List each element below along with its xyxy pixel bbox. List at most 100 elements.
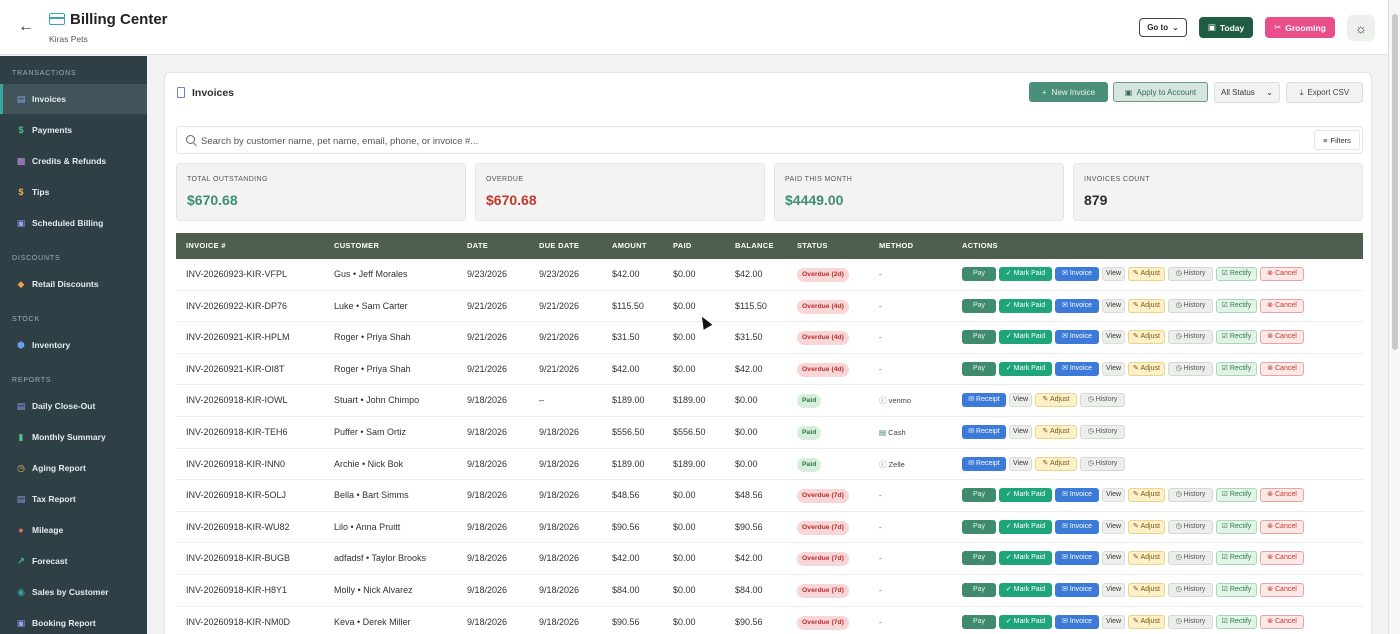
table-row[interactable]: INV-20260922-KIR-DP76 Luke • Sam Carter 9/…: [176, 291, 1363, 323]
mark-paid-button[interactable]: ✓ Mark Paid: [999, 519, 1052, 534]
sidebar-item-retail-discounts[interactable]: ◆ Retail Discounts: [0, 269, 147, 299]
rectify-button[interactable]: ☑ Rectify: [1216, 583, 1257, 597]
cancel-button[interactable]: ⊗ Cancel: [1260, 267, 1304, 281]
history-button[interactable]: ◷ History: [1080, 456, 1125, 471]
table-row[interactable]: INV-20260918-KIR-WU82 Lilo • Anna Pruitt 9…: [176, 512, 1363, 544]
scrollbar-thumb[interactable]: [1392, 14, 1398, 350]
table-row[interactable]: INV-20260918-KIR-H8Y1 Molly • Nick Alvare…: [176, 575, 1363, 607]
receipt-button[interactable]: ✉ Receipt: [962, 425, 1006, 439]
mark-paid-button[interactable]: ✓ Mark Paid: [999, 361, 1052, 376]
history-button[interactable]: ◷ History: [1168, 583, 1213, 597]
adjust-button[interactable]: ✎ Adjust: [1128, 614, 1165, 629]
rectify-button[interactable]: ☑ Rectify: [1216, 361, 1257, 376]
pay-button[interactable]: Pay: [962, 298, 996, 313]
adjust-button[interactable]: ✎ Adjust: [1128, 488, 1165, 503]
mark-paid-button[interactable]: ✓ Mark Paid: [999, 298, 1052, 313]
view-button[interactable]: View: [1102, 614, 1125, 629]
invoice-button[interactable]: ✉ Invoice: [1055, 361, 1099, 376]
mark-paid-button[interactable]: ✓ Mark Paid: [999, 330, 1052, 345]
receipt-button[interactable]: ✉ Receipt: [962, 456, 1006, 471]
mark-paid-button[interactable]: ✓ Mark Paid: [999, 583, 1052, 597]
mark-paid-button[interactable]: ✓ Mark Paid: [999, 614, 1052, 629]
cancel-button[interactable]: ⊗ Cancel: [1260, 519, 1304, 534]
adjust-button[interactable]: ✎ Adjust: [1128, 583, 1165, 597]
cancel-button[interactable]: ⊗ Cancel: [1260, 551, 1304, 566]
history-button[interactable]: ◷ History: [1168, 551, 1213, 566]
rectify-button[interactable]: ☑ Rectify: [1216, 519, 1257, 534]
sidebar-item-credits-refunds[interactable]: ▩ Credits & Refunds: [0, 146, 147, 176]
sun-icon[interactable]: ☼: [1347, 15, 1375, 41]
export-csv-button[interactable]: ⤓ Export CSV: [1286, 82, 1363, 103]
search-input[interactable]: [201, 133, 1301, 149]
adjust-button[interactable]: ✎ Adjust: [1128, 298, 1165, 313]
invoice-button[interactable]: ✉ Invoice: [1055, 330, 1099, 345]
view-button[interactable]: View: [1102, 298, 1125, 313]
invoice-button[interactable]: ✉ Invoice: [1055, 583, 1099, 597]
history-button[interactable]: ◷ History: [1168, 298, 1213, 313]
view-button[interactable]: View: [1102, 330, 1125, 345]
page-scrollbar[interactable]: [1388, 0, 1400, 634]
history-button[interactable]: ◷ History: [1168, 330, 1213, 345]
new-invoice-button[interactable]: + New Invoice: [1029, 82, 1108, 102]
mark-paid-button[interactable]: ✓ Mark Paid: [999, 551, 1052, 566]
column-header[interactable]: DUE DATE: [539, 233, 579, 259]
view-button[interactable]: View: [1102, 488, 1125, 503]
pay-button[interactable]: Pay: [962, 267, 996, 281]
invoice-button[interactable]: ✉ Invoice: [1055, 551, 1099, 566]
history-button[interactable]: ◷ History: [1080, 393, 1125, 408]
sidebar-item-payments[interactable]: $ Payments: [0, 115, 147, 145]
invoice-button[interactable]: ✉ Invoice: [1055, 614, 1099, 629]
adjust-button[interactable]: ✎ Adjust: [1035, 425, 1077, 439]
view-button[interactable]: View: [1009, 393, 1032, 408]
table-row[interactable]: INV-20260918-KIR-TEH6 Puffer • Sam Ortiz 9…: [176, 417, 1363, 449]
sidebar-item-inventory[interactable]: ⬢ Inventory: [0, 330, 147, 360]
receipt-button[interactable]: ✉ Receipt: [962, 393, 1006, 408]
history-button[interactable]: ◷ History: [1168, 488, 1213, 503]
mark-paid-button[interactable]: ✓ Mark Paid: [999, 488, 1052, 503]
table-row[interactable]: INV-20260921-KIR-OI8T Roger • Priya Shah 9…: [176, 354, 1363, 386]
pay-button[interactable]: Pay: [962, 330, 996, 345]
invoice-button[interactable]: ✉ Invoice: [1055, 298, 1099, 313]
table-row[interactable]: INV-20260918-KIR-5OLJ Bella • Bart Simms 9…: [176, 480, 1363, 512]
cancel-button[interactable]: ⊗ Cancel: [1260, 330, 1304, 345]
pay-button[interactable]: Pay: [962, 519, 996, 534]
arrow-left-icon[interactable]: ←: [18, 18, 36, 36]
pay-button[interactable]: Pay: [962, 583, 996, 597]
history-button[interactable]: ◷ History: [1168, 361, 1213, 376]
view-button[interactable]: View: [1102, 551, 1125, 566]
sidebar-item-daily-close-out[interactable]: ▤ Daily Close-Out: [0, 391, 147, 421]
column-header[interactable]: DATE: [467, 233, 488, 259]
view-button[interactable]: View: [1102, 519, 1125, 534]
column-header[interactable]: AMOUNT: [612, 233, 647, 259]
adjust-button[interactable]: ✎ Adjust: [1128, 551, 1165, 566]
sidebar-item-forecast[interactable]: ↗ Forecast: [0, 546, 147, 576]
table-row[interactable]: INV-20260918-KIR-IOWL Stuart • John Chimp…: [176, 385, 1363, 417]
table-row[interactable]: INV-20260918-KIR-INN0 Archie • Nick Bok 9/…: [176, 449, 1363, 481]
adjust-button[interactable]: ✎ Adjust: [1128, 361, 1165, 376]
table-row[interactable]: INV-20260923-KIR-VFPL Gus • Jeff Morales 9…: [176, 259, 1363, 291]
adjust-button[interactable]: ✎ Adjust: [1128, 267, 1165, 281]
sidebar-item-booking-report[interactable]: ▣ Booking Report: [0, 608, 147, 634]
history-button[interactable]: ◷ History: [1168, 614, 1213, 629]
column-header[interactable]: PAID: [673, 233, 692, 259]
adjust-button[interactable]: ✎ Adjust: [1128, 519, 1165, 534]
cancel-button[interactable]: ⊗ Cancel: [1260, 488, 1304, 503]
column-header[interactable]: INVOICE #: [186, 233, 226, 259]
invoice-button[interactable]: ✉ Invoice: [1055, 267, 1099, 281]
view-button[interactable]: View: [1102, 583, 1125, 597]
adjust-button[interactable]: ✎ Adjust: [1128, 330, 1165, 345]
view-button[interactable]: View: [1102, 267, 1125, 281]
goto-dropdown[interactable]: Go to ⌄: [1139, 18, 1187, 37]
rectify-button[interactable]: ☑ Rectify: [1216, 330, 1257, 345]
sidebar-item-aging-report[interactable]: ◷ Aging Report: [0, 453, 147, 483]
column-header[interactable]: METHOD: [879, 233, 913, 259]
cancel-button[interactable]: ⊗ Cancel: [1260, 583, 1304, 597]
pay-button[interactable]: Pay: [962, 488, 996, 503]
status-filter-select[interactable]: All Status ⌄: [1214, 82, 1280, 103]
history-button[interactable]: ◷ History: [1080, 425, 1125, 439]
view-button[interactable]: View: [1009, 425, 1032, 439]
rectify-button[interactable]: ☑ Rectify: [1216, 298, 1257, 313]
cancel-button[interactable]: ⊗ Cancel: [1260, 614, 1304, 629]
filters-button[interactable]: ≡ Filters: [1314, 130, 1360, 150]
rectify-button[interactable]: ☑ Rectify: [1216, 267, 1257, 281]
